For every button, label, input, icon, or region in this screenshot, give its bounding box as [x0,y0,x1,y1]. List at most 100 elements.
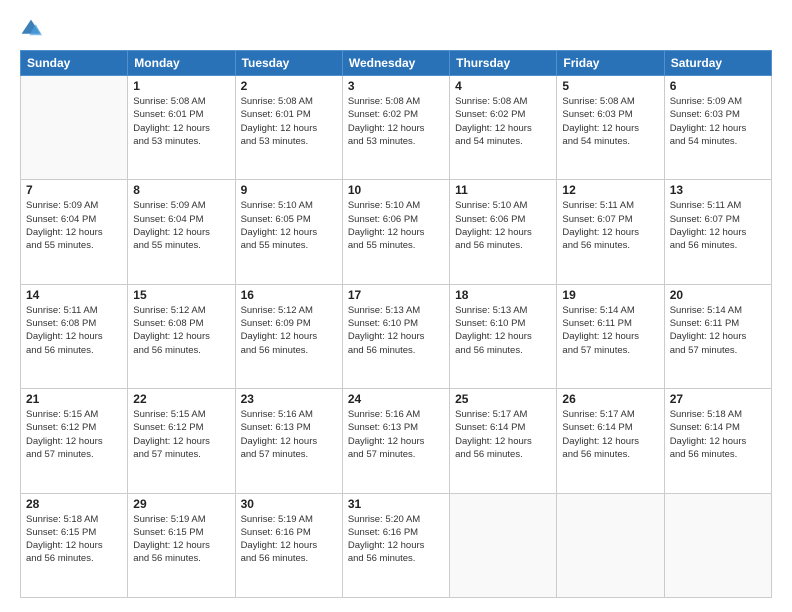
day-detail: Sunrise: 5:14 AMSunset: 6:11 PMDaylight:… [562,304,658,357]
week-row-4: 21 Sunrise: 5:15 AMSunset: 6:12 PMDayligh… [21,389,772,493]
day-number: 6 [670,79,766,93]
day-cell: 6 Sunrise: 5:09 AMSunset: 6:03 PMDaylight… [664,76,771,180]
day-number: 19 [562,288,658,302]
day-number: 20 [670,288,766,302]
day-number: 4 [455,79,551,93]
day-cell: 22 Sunrise: 5:15 AMSunset: 6:12 PMDayligh… [128,389,235,493]
day-number: 16 [241,288,337,302]
day-cell [664,493,771,597]
header-cell-tuesday: Tuesday [235,51,342,76]
day-detail: Sunrise: 5:10 AMSunset: 6:06 PMDaylight:… [455,199,551,252]
header-row: SundayMondayTuesdayWednesdayThursdayFrid… [21,51,772,76]
day-number: 1 [133,79,229,93]
day-cell: 1 Sunrise: 5:08 AMSunset: 6:01 PMDaylight… [128,76,235,180]
week-row-1: 1 Sunrise: 5:08 AMSunset: 6:01 PMDaylight… [21,76,772,180]
day-detail: Sunrise: 5:12 AMSunset: 6:09 PMDaylight:… [241,304,337,357]
day-cell: 14Sunrise: 5:11 AMSunset: 6:08 PMDayligh… [21,284,128,388]
logo-icon [20,18,42,40]
day-detail: Sunrise: 5:11 AMSunset: 6:07 PMDaylight:… [670,199,766,252]
day-number: 28 [26,497,122,511]
day-number: 26 [562,392,658,406]
week-row-2: 7 Sunrise: 5:09 AMSunset: 6:04 PMDaylight… [21,180,772,284]
day-detail: Sunrise: 5:13 AMSunset: 6:10 PMDaylight:… [455,304,551,357]
week-row-3: 14Sunrise: 5:11 AMSunset: 6:08 PMDayligh… [21,284,772,388]
day-number: 7 [26,183,122,197]
day-detail: Sunrise: 5:19 AMSunset: 6:16 PMDaylight:… [241,513,337,566]
day-cell [21,76,128,180]
day-cell: 26 Sunrise: 5:17 AMSunset: 6:14 PMDayligh… [557,389,664,493]
day-detail: Sunrise: 5:10 AMSunset: 6:05 PMDaylight:… [241,199,337,252]
day-number: 14 [26,288,122,302]
day-cell: 12 Sunrise: 5:11 AMSunset: 6:07 PMDayligh… [557,180,664,284]
day-cell [557,493,664,597]
day-number: 30 [241,497,337,511]
day-number: 5 [562,79,658,93]
day-detail: Sunrise: 5:18 AMSunset: 6:15 PMDaylight:… [26,513,122,566]
day-detail: Sunrise: 5:14 AMSunset: 6:11 PMDaylight:… [670,304,766,357]
week-row-5: 28 Sunrise: 5:18 AMSunset: 6:15 PMDayligh… [21,493,772,597]
day-cell [450,493,557,597]
day-detail: Sunrise: 5:19 AMSunset: 6:15 PMDaylight:… [133,513,229,566]
day-number: 22 [133,392,229,406]
header-cell-sunday: Sunday [21,51,128,76]
day-cell: 28 Sunrise: 5:18 AMSunset: 6:15 PMDayligh… [21,493,128,597]
day-cell: 5Sunrise: 5:08 AMSunset: 6:03 PMDaylight… [557,76,664,180]
day-cell: 27 Sunrise: 5:18 AMSunset: 6:14 PMDayligh… [664,389,771,493]
header [20,18,772,40]
day-cell: 16 Sunrise: 5:12 AMSunset: 6:09 PMDayligh… [235,284,342,388]
day-number: 12 [562,183,658,197]
day-cell: 3 Sunrise: 5:08 AMSunset: 6:02 PMDaylight… [342,76,449,180]
day-number: 31 [348,497,444,511]
day-cell: 20 Sunrise: 5:14 AMSunset: 6:11 PMDayligh… [664,284,771,388]
day-detail: Sunrise: 5:10 AMSunset: 6:06 PMDaylight:… [348,199,444,252]
day-number: 15 [133,288,229,302]
day-detail: Sunrise: 5:18 AMSunset: 6:14 PMDaylight:… [670,408,766,461]
day-detail: Sunrise: 5:17 AMSunset: 6:14 PMDaylight:… [455,408,551,461]
day-detail: Sunrise: 5:11 AMSunset: 6:07 PMDaylight:… [562,199,658,252]
header-cell-friday: Friday [557,51,664,76]
day-detail: Sunrise: 5:09 AMSunset: 6:04 PMDaylight:… [26,199,122,252]
day-number: 25 [455,392,551,406]
day-number: 9 [241,183,337,197]
day-cell: 11 Sunrise: 5:10 AMSunset: 6:06 PMDayligh… [450,180,557,284]
day-number: 3 [348,79,444,93]
day-cell: 23Sunrise: 5:16 AMSunset: 6:13 PMDayligh… [235,389,342,493]
day-detail: Sunrise: 5:17 AMSunset: 6:14 PMDaylight:… [562,408,658,461]
header-cell-monday: Monday [128,51,235,76]
day-cell: 2 Sunrise: 5:08 AMSunset: 6:01 PMDaylight… [235,76,342,180]
day-number: 18 [455,288,551,302]
day-detail: Sunrise: 5:08 AMSunset: 6:02 PMDaylight:… [348,95,444,148]
page: SundayMondayTuesdayWednesdayThursdayFrid… [0,0,792,612]
day-cell: 4Sunrise: 5:08 AMSunset: 6:02 PMDaylight… [450,76,557,180]
day-number: 17 [348,288,444,302]
day-detail: Sunrise: 5:08 AMSunset: 6:01 PMDaylight:… [133,95,229,148]
day-cell: 19 Sunrise: 5:14 AMSunset: 6:11 PMDayligh… [557,284,664,388]
day-cell: 9 Sunrise: 5:10 AMSunset: 6:05 PMDaylight… [235,180,342,284]
day-detail: Sunrise: 5:15 AMSunset: 6:12 PMDaylight:… [133,408,229,461]
calendar-table: SundayMondayTuesdayWednesdayThursdayFrid… [20,50,772,598]
day-cell: 8Sunrise: 5:09 AMSunset: 6:04 PMDaylight… [128,180,235,284]
day-detail: Sunrise: 5:12 AMSunset: 6:08 PMDaylight:… [133,304,229,357]
day-detail: Sunrise: 5:20 AMSunset: 6:16 PMDaylight:… [348,513,444,566]
day-cell: 10 Sunrise: 5:10 AMSunset: 6:06 PMDayligh… [342,180,449,284]
day-number: 21 [26,392,122,406]
day-number: 2 [241,79,337,93]
day-cell: 18 Sunrise: 5:13 AMSunset: 6:10 PMDayligh… [450,284,557,388]
header-cell-saturday: Saturday [664,51,771,76]
day-cell: 13 Sunrise: 5:11 AMSunset: 6:07 PMDayligh… [664,180,771,284]
day-cell: 17 Sunrise: 5:13 AMSunset: 6:10 PMDayligh… [342,284,449,388]
day-detail: Sunrise: 5:08 AMSunset: 6:01 PMDaylight:… [241,95,337,148]
day-detail: Sunrise: 5:09 AMSunset: 6:03 PMDaylight:… [670,95,766,148]
day-number: 10 [348,183,444,197]
logo [20,18,46,40]
day-detail: Sunrise: 5:16 AMSunset: 6:13 PMDaylight:… [241,408,337,461]
day-cell: 15 Sunrise: 5:12 AMSunset: 6:08 PMDayligh… [128,284,235,388]
day-number: 27 [670,392,766,406]
day-cell: 21Sunrise: 5:15 AMSunset: 6:12 PMDayligh… [21,389,128,493]
day-cell: 7 Sunrise: 5:09 AMSunset: 6:04 PMDaylight… [21,180,128,284]
header-cell-wednesday: Wednesday [342,51,449,76]
day-number: 11 [455,183,551,197]
day-cell: 31 Sunrise: 5:20 AMSunset: 6:16 PMDayligh… [342,493,449,597]
day-number: 13 [670,183,766,197]
day-detail: Sunrise: 5:13 AMSunset: 6:10 PMDaylight:… [348,304,444,357]
